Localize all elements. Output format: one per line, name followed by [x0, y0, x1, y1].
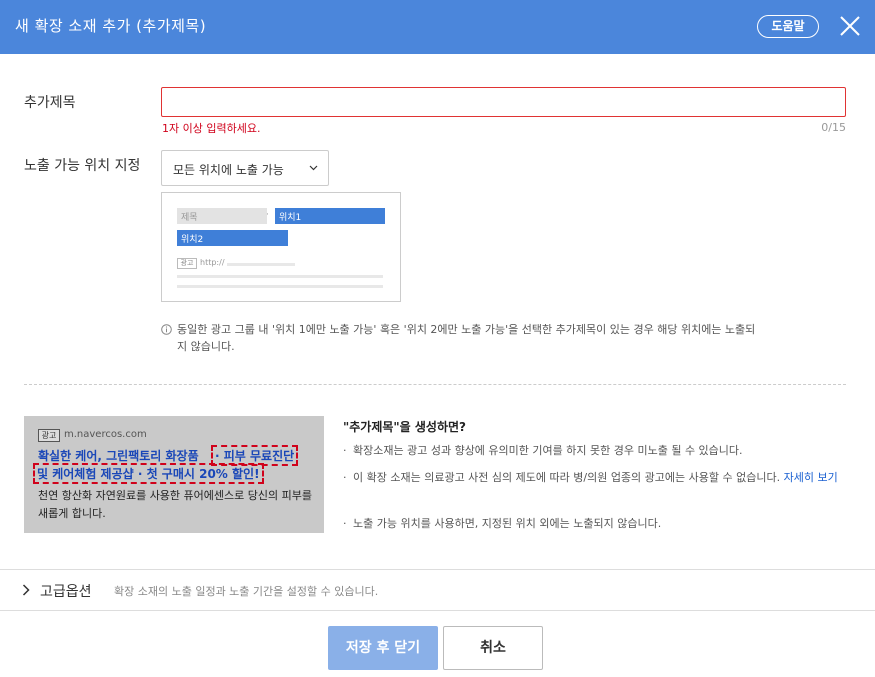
preview-separator: · [266, 210, 269, 220]
help-button[interactable]: 도움말 [757, 15, 819, 38]
preview-location-2: 위치2 [177, 230, 288, 246]
guide-bullet: · [343, 471, 347, 484]
preview-location-1: 위치1 [275, 208, 385, 224]
sample-ad-headline: 확실한 케어, 그린팩토리 화장품 [38, 449, 199, 463]
preview-title-placeholder: 제목 [177, 208, 267, 224]
preview-desc-line [177, 285, 383, 288]
chevron-right-icon [22, 584, 30, 596]
title-input[interactable] [161, 87, 846, 117]
sample-ad-badge: 광고 [38, 429, 60, 442]
position-select[interactable]: 모든 위치에 노출 가능 [161, 150, 329, 186]
preview-url: http:// [200, 258, 225, 267]
sample-ad-preview: 광고 m.navercos.com 확실한 케어, 그린팩토리 화장품 · 피부… [24, 416, 324, 533]
details-link[interactable]: 자세히 보기 [784, 471, 838, 484]
cancel-button[interactable]: 취소 [443, 626, 543, 670]
preview-url-line [227, 263, 295, 266]
info-icon [161, 324, 172, 335]
guide-title: "추가제목"을 생성하면? [343, 420, 467, 434]
sample-ad-url: m.navercos.com [64, 429, 147, 440]
guide-item-text: 확장소재는 광고 성과 향상에 유의미한 기여를 하지 못한 경우 미노출 될 … [353, 444, 743, 457]
dialog-title: 새 확장 소재 추가 (추가제목) [15, 17, 207, 35]
guide-item-text: 이 확장 소재는 의료광고 사전 심의 제도에 따라 병/의원 업종의 광고에는… [353, 469, 853, 487]
advanced-options-description: 확장 소재의 노출 일정과 노출 기간을 설정할 수 있습니다. [114, 585, 379, 598]
sample-ad-description: 천연 항산화 자연원료를 사용한 퓨어에센스로 당신의 피부를 새롭게 합니다. [38, 489, 312, 520]
section-divider [24, 384, 846, 385]
title-field-label: 추가제목 [24, 95, 76, 111]
footer-divider [0, 610, 875, 611]
save-and-close-button[interactable]: 저장 후 닫기 [328, 626, 438, 670]
close-icon[interactable] [839, 15, 861, 37]
guide-item: · 이 확장 소재는 의료광고 사전 심의 제도에 따라 병/의원 업종의 광고… [343, 469, 853, 505]
dialog-header: 새 확장 소재 추가 (추가제목) 도움말 [0, 0, 875, 54]
advanced-divider-top [0, 569, 875, 570]
character-counter: 0/15 [821, 121, 846, 134]
advanced-options-label: 고급옵션 [40, 584, 92, 600]
chevron-down-icon [309, 165, 318, 171]
position-select-value: 모든 위치에 노출 가능 [173, 163, 284, 177]
sample-ad-extension-2: 및 케어체험 제공샵 · 첫 구매시 20% 할인! [33, 463, 264, 484]
guide-bullet: · [343, 517, 347, 530]
guide-item-text-content: 이 확장 소재는 의료광고 사전 심의 제도에 따라 병/의원 업종의 광고에는… [353, 471, 781, 484]
position-preview: 제목 · 위치1 위치2 광고 http:// [161, 192, 401, 302]
preview-desc-line [177, 275, 383, 278]
position-field-label: 노출 가능 위치 지정 [24, 158, 141, 174]
guide-bullet: · [343, 444, 347, 457]
guide-item-text: 노출 가능 위치를 사용하면, 지정된 위치 외에는 노출되지 않습니다. [353, 517, 662, 530]
notice-text: 동일한 광고 그룹 내 '위치 1에만 노출 가능' 혹은 '위치 2에만 노출… [177, 323, 756, 353]
preview-ad-badge: 광고 [177, 258, 197, 269]
title-error-message: 1자 이상 입력하세요. [162, 122, 261, 135]
